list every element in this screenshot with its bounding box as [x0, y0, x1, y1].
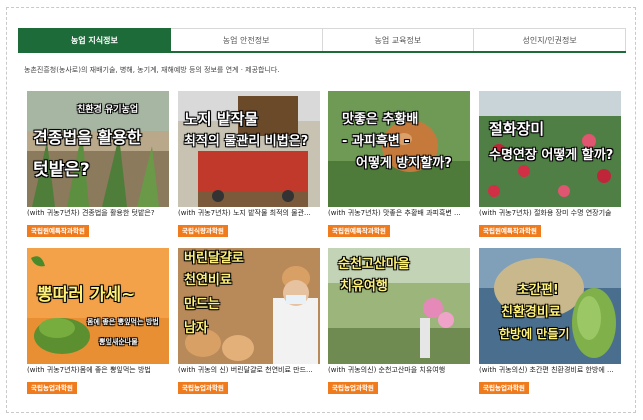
video-card[interactable]: 친환경 유기농업 견종법을 활용한 텃밭은? (with 귀농7년차) 견종법을… [27, 91, 169, 237]
institution-badge: 국립농업과학원 [479, 382, 529, 394]
thumbnail-overlay-text: 친환경 유기농업 [77, 105, 139, 115]
video-thumbnail[interactable]: 뽕따러 가세~ 몸에 좋은 뽕잎먹는 방법 뽕잎새순나물 [27, 248, 169, 364]
institution-badge: 국립원예특작과학원 [27, 225, 89, 237]
video-card[interactable]: 초간편! 친환경비료 한방에 만들기 (with 귀농의신) 초간편 친환경비료… [479, 248, 621, 394]
thumbnail-overlay-text: 버린달걀로 [184, 251, 244, 266]
thumbnail-overlay-text: 어떻게 방지할까? [356, 156, 452, 171]
video-caption[interactable]: (with 귀농의 신) 버린달걀로 천연비료 만드... [178, 365, 320, 375]
thumbnail-overlay-text: 순천고산마을 [338, 257, 410, 272]
tab-agri-safety[interactable]: 농업 안전정보 [170, 28, 323, 51]
thumbnail-overlay-text: 수명연장 어떻게 할까? [489, 148, 614, 163]
thumbnail-image [27, 248, 169, 364]
video-thumbnail[interactable]: 순천고산마을 치유여행 [328, 248, 470, 364]
institution-badge: 국립농업과학원 [328, 382, 378, 394]
institution-badge: 국립농업과학원 [178, 382, 228, 394]
video-caption[interactable]: (with 귀농7년차) 노지 밭작물 최적의 물관... [178, 208, 320, 218]
video-caption[interactable]: (with 귀농7년차) 맛좋은 추황배 과피흑변 ... [328, 208, 470, 218]
thumbnail-overlay-text: 만드는 [184, 297, 220, 312]
thumbnail-overlay-text: 노지 밭작물 [184, 110, 259, 128]
video-thumbnail[interactable]: 노지 밭작물 최적의 물관리 비법은? [178, 91, 320, 207]
thumbnail-overlay-text: 맛좋은 추황배 [342, 112, 419, 127]
video-thumbnail[interactable]: 친환경 유기농업 견종법을 활용한 텃밭은? [27, 91, 169, 207]
video-caption[interactable]: (with 귀농의신) 순천고산마을 치유여행 [328, 365, 470, 375]
tab-gender-rights[interactable]: 성인지/인권정보 [474, 28, 626, 51]
tab-bar: 농업 지식정보 농업 안전정보 농업 교육정보 성인지/인권정보 [18, 28, 626, 53]
thumbnail-overlay-text: 몸에 좋은 뽕잎먹는 방법 [87, 318, 159, 326]
thumbnail-overlay-text: 천연비료 [184, 273, 232, 288]
thumbnail-overlay-text: 치유여행 [340, 279, 388, 294]
video-caption[interactable]: (with 귀농7년차) 절화용 장미 수명 연장기술 [479, 208, 621, 218]
video-caption[interactable]: (with 귀농7년차)몸에 좋은 뽕잎먹는 방법 [27, 365, 169, 375]
video-thumbnail[interactable]: 버린달걀로 천연비료 만드는 남자 [178, 248, 320, 364]
thumbnail-overlay-text: 뽕잎새순나물 [99, 338, 138, 346]
thumbnail-overlay-text: 절화장미 [489, 120, 545, 138]
video-caption[interactable]: (with 귀농7년차) 견종법을 활용한 텃밭은? [27, 208, 169, 218]
video-card[interactable]: 순천고산마을 치유여행 (with 귀농의신) 순천고산마을 치유여행 국립농업… [328, 248, 470, 394]
thumbnail-overlay-text: 뽕따러 가세~ [37, 285, 136, 305]
thumbnail-overlay-text: 친환경비료 [501, 305, 561, 320]
thumbnail-overlay-text: - 과피흑변 - [342, 134, 410, 149]
thumbnail-overlay-text: 초간편! [517, 283, 559, 298]
institution-badge: 국립농업과학원 [27, 382, 77, 394]
video-thumbnail[interactable]: 절화장미 수명연장 어떻게 할까? [479, 91, 621, 207]
thumbnail-overlay-text: 견종법을 활용한 [33, 128, 142, 147]
thumbnail-overlay-text: 남자 [184, 321, 208, 336]
video-card[interactable]: 노지 밭작물 최적의 물관리 비법은? (with 귀농7년차) 노지 밭작물 … [178, 91, 320, 237]
video-card[interactable]: 버린달걀로 천연비료 만드는 남자 (with 귀농의 신) 버린달걀로 천연비… [178, 248, 320, 394]
video-thumbnail[interactable]: 초간편! 친환경비료 한방에 만들기 [479, 248, 621, 364]
video-caption[interactable]: (with 귀농의신) 초간편 친환경비료 한방에 ... [479, 365, 621, 375]
video-card[interactable]: 맛좋은 추황배 - 과피흑변 - 어떻게 방지할까? (with 귀농7년차) … [328, 91, 470, 237]
thumbnail-overlay-text: 텃밭은? [33, 160, 90, 180]
tab-agri-knowledge[interactable]: 농업 지식정보 [18, 28, 171, 51]
institution-badge: 국립원예특작과학원 [479, 225, 541, 237]
video-thumbnail[interactable]: 맛좋은 추황배 - 과피흑변 - 어떻게 방지할까? [328, 91, 470, 207]
institution-badge: 국립식량과학원 [178, 225, 228, 237]
tab-agri-education[interactable]: 농업 교육정보 [322, 28, 475, 51]
institution-badge: 국립원예특작과학원 [328, 225, 390, 237]
section-description: 농촌진흥청(농사로)의 재배기술, 병해, 농기계, 재해예방 등의 정보를 연… [24, 66, 280, 74]
video-card[interactable]: 절화장미 수명연장 어떻게 할까? (with 귀농7년차) 절화용 장미 수명… [479, 91, 621, 237]
thumbnail-overlay-text: 한방에 만들기 [499, 327, 570, 341]
video-card[interactable]: 뽕따러 가세~ 몸에 좋은 뽕잎먹는 방법 뽕잎새순나물 (with 귀농7년차… [27, 248, 169, 394]
thumbnail-overlay-text: 최적의 물관리 비법은? [184, 134, 309, 149]
